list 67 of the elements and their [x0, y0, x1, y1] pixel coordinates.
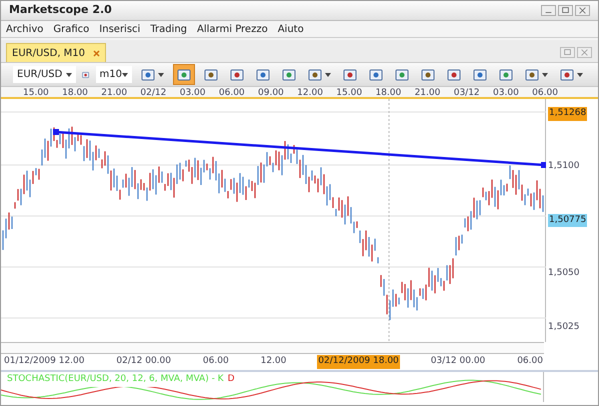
price-badge: 1,50775: [548, 214, 588, 228]
symbol-dropdown[interactable]: EUR/USD: [13, 66, 76, 83]
caret-icon: [122, 72, 128, 76]
tool-icon: [308, 68, 322, 82]
caret-icon: [158, 72, 164, 76]
tool-icon: [447, 68, 461, 82]
caret-icon: [577, 72, 583, 76]
tool-icon: [230, 68, 244, 82]
time-label: 15.00: [336, 87, 362, 97]
maximize-icon[interactable]: [558, 5, 573, 16]
menu-item[interactable]: Grafico: [53, 22, 90, 36]
time-label: 03/12: [454, 87, 480, 97]
time-label: 06.00: [202, 355, 230, 368]
price-label: 1,5050: [548, 267, 580, 280]
close-icon[interactable]: [575, 5, 590, 16]
tool-icon: [343, 68, 357, 82]
tool-icon: [282, 68, 296, 82]
time-label: 02/12/2009 18.00: [317, 355, 400, 369]
tool-icon: [421, 68, 435, 82]
time-label: 03/12 00.00: [430, 355, 486, 368]
menu-item[interactable]: Aiuto: [278, 22, 304, 36]
tool-icon: [473, 68, 487, 82]
price-badge: 1,51268: [548, 107, 588, 120]
tool-icon: [560, 68, 574, 82]
caret-icon: [542, 72, 548, 76]
menu-item[interactable]: Inserisci: [99, 22, 140, 36]
time-label: 21.00: [414, 87, 440, 97]
tool-icon: [141, 68, 155, 82]
time-label: 15.00: [23, 87, 49, 97]
tool-icon: [499, 68, 513, 82]
legend-label: STOCHASTIC(EUR/USD, 20, 12, 6, MVA, MVA) - K: [7, 373, 224, 386]
time-label: 12.00: [297, 87, 323, 97]
tool-icon: [369, 68, 383, 82]
restore-icon[interactable]: [560, 47, 575, 58]
chart-tab[interactable]: EUR/USD, M10: [6, 43, 106, 62]
time-label: 03.00: [493, 87, 519, 97]
tool-icon: [395, 68, 409, 82]
caret-icon: [66, 72, 72, 76]
tool-icon: [204, 68, 218, 82]
tool-icon: [525, 68, 539, 82]
time-label: 02/12 00.00: [115, 355, 172, 368]
menu-item[interactable]: Trading: [150, 22, 188, 36]
time-label: 09.00: [258, 87, 284, 97]
menu-item[interactable]: Allarmi Prezzo: [197, 22, 268, 36]
time-label: 02/12: [140, 87, 166, 97]
tool-icon: [256, 68, 270, 82]
time-label: 18.00: [62, 87, 88, 97]
time-label: 03.00: [180, 87, 206, 97]
time-label: 06.00: [218, 87, 245, 97]
minimize-icon[interactable]: [541, 5, 556, 16]
timeframe-dropdown[interactable]: m10: [96, 66, 132, 83]
time-label: 21.00: [101, 87, 128, 97]
menu-item[interactable]: Archivo: [6, 22, 44, 36]
time-label: 06.00: [516, 355, 544, 368]
price-label: 1,5025: [548, 320, 580, 334]
time-label: 01/12/2009 12.00: [3, 355, 86, 368]
time-label: 06.00: [532, 87, 558, 97]
tool-icon: [177, 68, 191, 82]
window-title: Marketscope 2.0: [9, 2, 112, 18]
time-label: 12.00: [260, 355, 288, 368]
price-label: 1,5100: [548, 160, 580, 174]
time-label: 18.00: [375, 87, 402, 97]
close-icon[interactable]: [93, 50, 100, 56]
trend-line[interactable]: [53, 129, 546, 168]
close-icon[interactable]: [577, 47, 592, 58]
toolbar-button[interactable]: [173, 64, 195, 85]
caret-icon: [325, 72, 331, 76]
